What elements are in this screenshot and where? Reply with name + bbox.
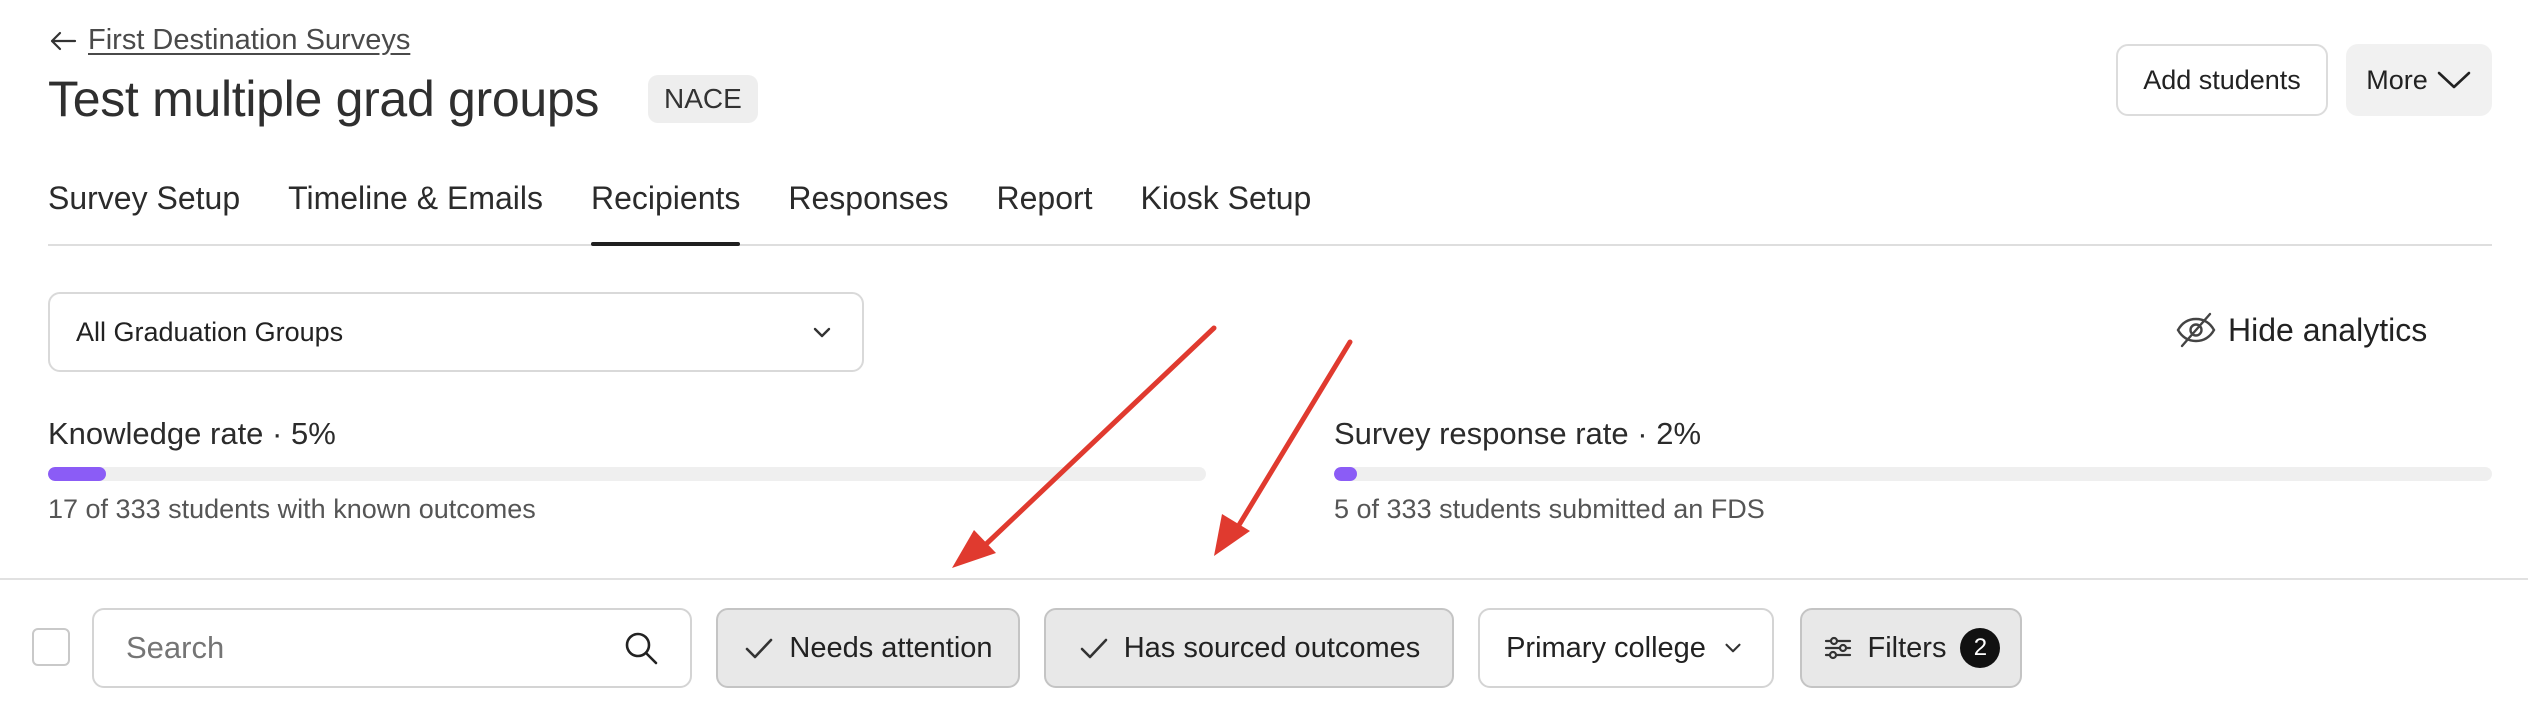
- response-rate-bar: [1334, 467, 2492, 481]
- filters-label: Filters: [1867, 631, 1947, 664]
- response-rate-fill: [1334, 467, 1358, 481]
- needs-attention-filter[interactable]: Needs attention: [716, 608, 1020, 688]
- primary-college-label: Primary college: [1506, 631, 1706, 664]
- filters-count-badge: 2: [1960, 628, 2001, 668]
- has-sourced-outcomes-filter[interactable]: Has sourced outcomes: [1044, 608, 1454, 688]
- select-all-checkbox[interactable]: [32, 628, 70, 666]
- tab-kiosk-setup[interactable]: Kiosk Setup: [1141, 180, 1312, 244]
- search-field[interactable]: [92, 608, 692, 688]
- sliders-icon: [1824, 636, 1851, 660]
- response-rate-subtitle: 5 of 333 students submitted an FDS: [1334, 494, 1765, 524]
- check-icon: [1080, 638, 1108, 659]
- chevron-down-icon: [1725, 643, 1741, 653]
- annotation-arrow: [1214, 339, 1353, 556]
- back-link[interactable]: First Destination Surveys: [48, 24, 410, 57]
- tab-responses[interactable]: Responses: [788, 180, 948, 244]
- tab-timeline-emails[interactable]: Timeline & Emails: [288, 180, 543, 244]
- search-input[interactable]: [124, 629, 548, 667]
- add-students-button[interactable]: Add students: [2116, 44, 2328, 116]
- chevron-down-icon: [2437, 71, 2471, 89]
- knowledge-rate-fill: [48, 467, 106, 481]
- eye-off-icon: [2176, 312, 2216, 348]
- knowledge-rate-subtitle: 17 of 333 students with known outcomes: [48, 494, 536, 524]
- hide-analytics-button[interactable]: Hide analytics: [2174, 308, 2427, 352]
- response-rate-title: Survey response rate · 2%: [1334, 416, 1702, 451]
- hide-analytics-label: Hide analytics: [2228, 311, 2428, 348]
- graduation-group-select[interactable]: All Graduation Groups: [48, 292, 864, 372]
- knowledge-rate-bar: [48, 467, 1206, 481]
- chevron-down-icon: [813, 327, 831, 338]
- needs-attention-label: Needs attention: [789, 631, 993, 664]
- annotation-arrow: [952, 325, 1217, 568]
- tab-survey-setup[interactable]: Survey Setup: [48, 180, 240, 244]
- graduation-group-value: All Graduation Groups: [76, 316, 344, 347]
- tab-report[interactable]: Report: [996, 180, 1092, 244]
- more-button[interactable]: More: [2346, 44, 2492, 116]
- back-link-label[interactable]: First Destination Surveys: [88, 24, 410, 57]
- knowledge-rate-title: Knowledge rate · 5%: [48, 416, 336, 451]
- tab-recipients[interactable]: Recipients: [590, 180, 741, 246]
- search-icon[interactable]: [622, 629, 660, 667]
- more-button-label: More: [2366, 64, 2428, 95]
- page-title: Test multiple grad groups: [48, 71, 600, 127]
- filters-button[interactable]: Filters 2: [1800, 608, 2022, 688]
- arrow-left-icon: [50, 31, 77, 50]
- survey-tabs: Survey Setup Timeline & Emails Recipient…: [48, 180, 2492, 246]
- has-sourced-outcomes-label: Has sourced outcomes: [1123, 631, 1421, 664]
- primary-college-dropdown[interactable]: Primary college: [1478, 608, 1774, 688]
- check-icon: [746, 638, 773, 659]
- section-divider: [0, 578, 2528, 580]
- survey-type-badge: NACE: [648, 75, 758, 123]
